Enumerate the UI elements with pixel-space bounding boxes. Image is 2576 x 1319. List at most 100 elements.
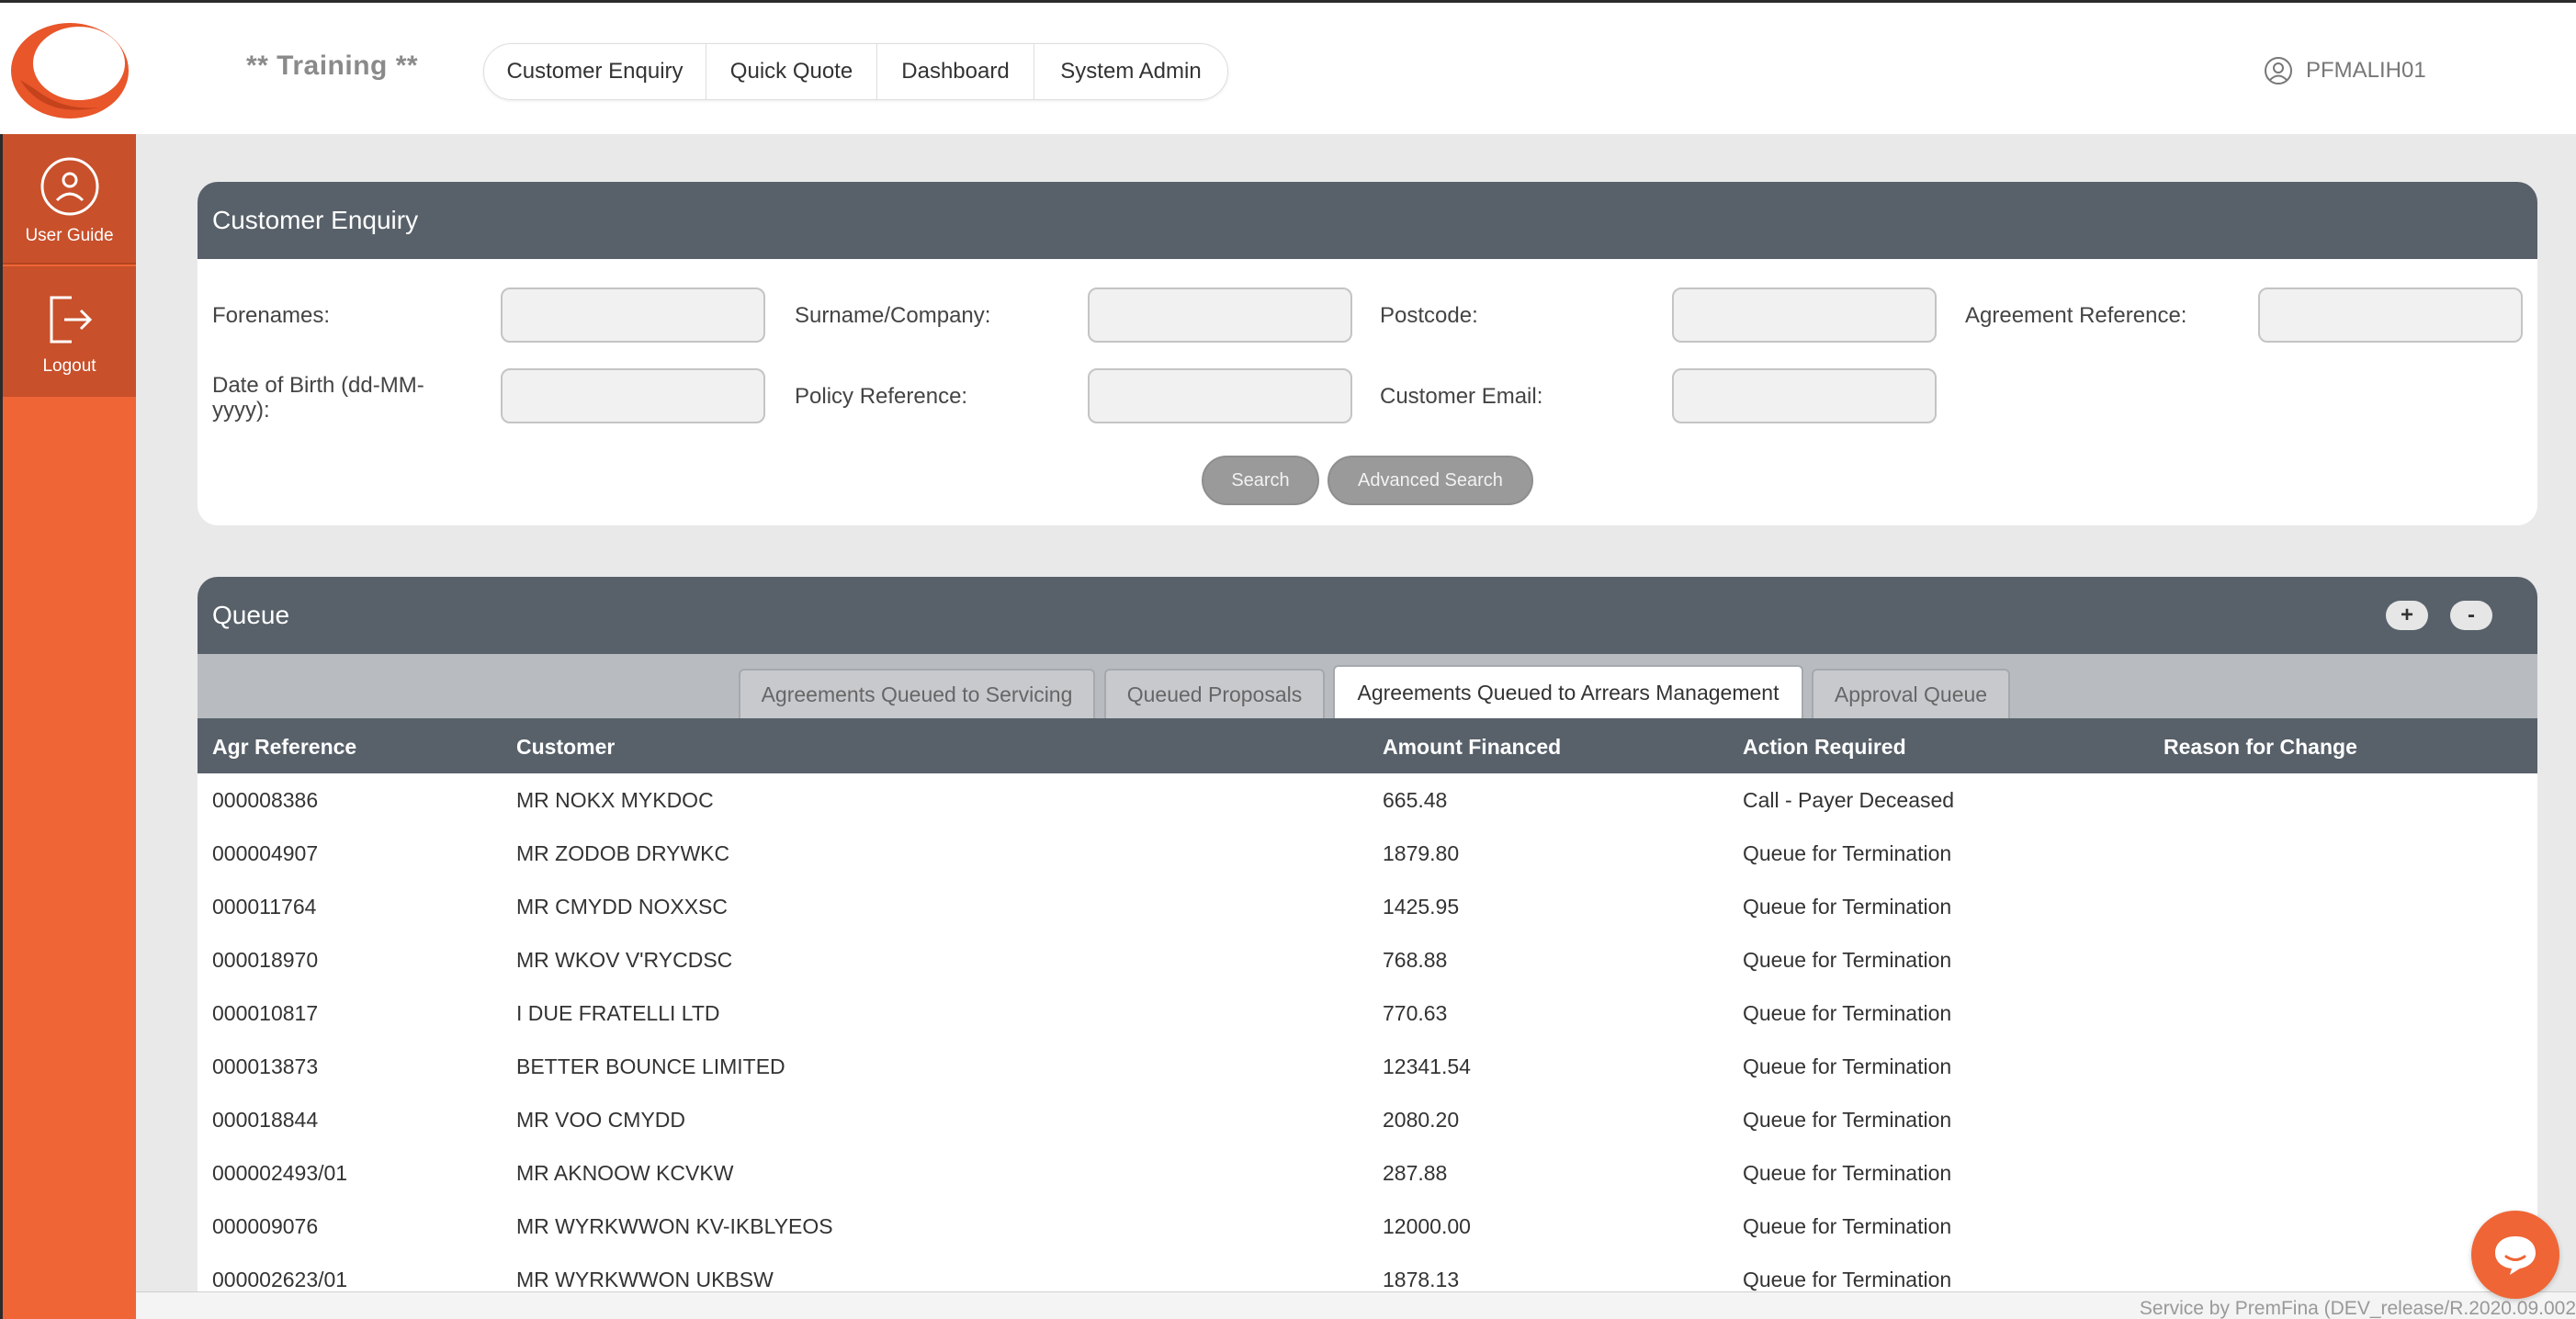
dob-field[interactable] xyxy=(501,368,765,423)
surname-field[interactable] xyxy=(1088,287,1352,343)
environment-title: ** Training ** xyxy=(246,51,419,81)
cell-customer: MR WYRKWWON UKBSW xyxy=(516,1268,774,1291)
cell-amount-financed: 2080.20 xyxy=(1383,1108,1460,1132)
queue-table-body: 000008386 MR NOKX MYKDOC 665.48 Call - Paye… xyxy=(198,773,2537,1293)
logout-label: Logout xyxy=(42,356,96,376)
user-circle-icon xyxy=(2265,57,2292,85)
cell-customer: MR WKOV V'RYCDSC xyxy=(516,948,733,972)
tab-approval-queue[interactable]: Approval Queue xyxy=(1812,669,2010,718)
nav-quick-quote[interactable]: Quick Quote xyxy=(706,44,877,99)
cell-action-required: Queue for Termination xyxy=(1743,1108,1952,1132)
advanced-search-button[interactable]: Advanced Search xyxy=(1328,456,1533,505)
col-amount-financed[interactable]: Amount Financed xyxy=(1383,735,1561,760)
cell-action-required: Queue for Termination xyxy=(1743,1054,1952,1078)
nav-system-admin[interactable]: System Admin xyxy=(1034,44,1227,99)
table-row[interactable]: 000002623/01 MR WYRKWWON UKBSW 1878.13 Queu… xyxy=(198,1253,2537,1293)
col-reason-for-change[interactable]: Reason for Change xyxy=(2164,735,2357,760)
table-row[interactable]: 000008386 MR NOKX MYKDOC 665.48 Call - Paye… xyxy=(198,773,2537,827)
top-header: ** Training ** Customer Enquiry Quick Qu… xyxy=(0,0,2576,134)
queue-panel: Queue + - Agreements Queued to Servicing… xyxy=(198,577,2537,1293)
cell-amount-financed: 768.88 xyxy=(1383,948,1448,972)
cell-customer: MR AKNOOW KCVKW xyxy=(516,1161,734,1185)
table-row[interactable]: 000002493/01 MR AKNOOW KCVKW 287.88 Queue f… xyxy=(198,1146,2537,1200)
cell-agr-reference: 000004907 xyxy=(212,841,319,865)
cell-amount-financed: 770.63 xyxy=(1383,1001,1448,1025)
nav-customer-enquiry[interactable]: Customer Enquiry xyxy=(484,44,706,99)
cell-amount-financed: 1425.95 xyxy=(1383,895,1460,919)
cell-agr-reference: 000002493/01 xyxy=(212,1161,348,1185)
panel-title: Customer Enquiry xyxy=(198,182,2537,259)
tab-agreements-queued-to-servicing[interactable]: Agreements Queued to Servicing xyxy=(739,669,1095,718)
cell-agr-reference: 000018970 xyxy=(212,948,319,972)
col-action-required[interactable]: Action Required xyxy=(1743,735,1906,760)
cell-customer: MR VOO CMYDD xyxy=(516,1108,685,1132)
table-row[interactable]: 000010817 I DUE FRATELLI LTD 770.63 Queue f… xyxy=(198,986,2537,1040)
col-agr-reference[interactable]: Agr Reference xyxy=(212,735,356,760)
table-header: Agr Reference Customer Amount Financed A… xyxy=(198,718,2537,773)
tab-agreements-queued-to-arrears-management[interactable]: Agreements Queued to Arrears Management xyxy=(1333,665,1803,718)
cell-amount-financed: 665.48 xyxy=(1383,788,1448,812)
cell-action-required: Queue for Termination xyxy=(1743,841,1952,865)
collapse-button[interactable]: - xyxy=(2450,601,2492,630)
customer-email-field[interactable] xyxy=(1672,368,1937,423)
cell-action-required: Queue for Termination xyxy=(1743,1161,1952,1185)
forenames-label: Forenames: xyxy=(212,303,331,328)
cell-action-required: Queue for Termination xyxy=(1743,948,1952,972)
cell-customer: MR CMYDD NOXXSC xyxy=(516,895,729,919)
dob-label: Date of Birth (dd-MM-yyyy): xyxy=(212,373,424,423)
cell-customer: MR NOKX MYKDOC xyxy=(516,788,714,812)
cell-agr-reference: 000018844 xyxy=(212,1108,319,1132)
nav-dashboard[interactable]: Dashboard xyxy=(877,44,1034,99)
main-nav: Customer Enquiry Quick Quote Dashboard S… xyxy=(483,43,1228,100)
table-row[interactable]: 000018844 MR VOO CMYDD 2080.20 Queue for Te… xyxy=(198,1093,2537,1146)
search-button[interactable]: Search xyxy=(1202,456,1319,505)
cell-action-required: Queue for Termination xyxy=(1743,1214,1952,1238)
cell-amount-financed: 12341.54 xyxy=(1383,1054,1471,1078)
cell-amount-financed: 1879.80 xyxy=(1383,841,1460,865)
table-row[interactable]: 000011764 MR CMYDD NOXXSC 1425.95 Queue for… xyxy=(198,880,2537,933)
cell-agr-reference: 000002623/01 xyxy=(212,1268,348,1291)
cell-customer: I DUE FRATELLI LTD xyxy=(516,1001,720,1025)
tab-queued-proposals[interactable]: Queued Proposals xyxy=(1104,669,1325,718)
logout-button[interactable]: Logout xyxy=(3,266,136,397)
cell-agr-reference: 000010817 xyxy=(212,1001,319,1025)
table-row[interactable]: 000013873 BETTER BOUNCE LIMITED 12341.54 Qu… xyxy=(198,1040,2537,1093)
user-guide-button[interactable]: User Guide xyxy=(3,134,136,265)
postcode-field[interactable] xyxy=(1672,287,1937,343)
cell-action-required: Call - Payer Deceased xyxy=(1743,788,1955,812)
cell-customer: MR ZODOB DRYWKC xyxy=(516,841,730,865)
cell-action-required: Queue for Termination xyxy=(1743,1001,1952,1025)
premfina-logo[interactable] xyxy=(7,16,132,122)
user-menu[interactable]: PFMALIH01 xyxy=(2264,56,2426,85)
footer: Service by PremFina (DEV_release/R.2020.… xyxy=(136,1291,2576,1319)
user-guide-icon xyxy=(40,157,98,216)
chat-button[interactable] xyxy=(2471,1211,2559,1299)
queue-title: Queue xyxy=(198,577,2537,654)
chat-bubble-icon xyxy=(2495,1236,2536,1275)
agreement-reference-label: Agreement Reference: xyxy=(1965,303,2187,328)
sidebar: User Guide Logout xyxy=(3,134,136,1319)
surname-label: Surname/Company: xyxy=(795,303,991,328)
cell-agr-reference: 000008386 xyxy=(212,788,319,812)
footer-text: Service by PremFina (DEV_release/R.2020.… xyxy=(2139,1298,2576,1319)
policy-reference-field[interactable] xyxy=(1088,368,1352,423)
col-customer[interactable]: Customer xyxy=(516,735,615,760)
username: PFMALIH01 xyxy=(2306,58,2426,83)
table-row[interactable]: 000004907 MR ZODOB DRYWKC 1879.80 Queue for… xyxy=(198,827,2537,880)
postcode-label: Postcode: xyxy=(1380,303,1478,328)
expand-button[interactable]: + xyxy=(2386,601,2428,630)
cell-agr-reference: 000011764 xyxy=(212,895,317,919)
table-row[interactable]: 000009076 MR WYRKWWON KV-IKBLYEOS 12000.00… xyxy=(198,1200,2537,1253)
cell-amount-financed: 1878.13 xyxy=(1383,1268,1460,1291)
customer-enquiry-panel: Customer Enquiry Forenames: Surname/Comp… xyxy=(198,182,2537,525)
cell-customer: BETTER BOUNCE LIMITED xyxy=(516,1054,785,1078)
cell-action-required: Queue for Termination xyxy=(1743,895,1952,919)
cell-agr-reference: 000009076 xyxy=(212,1214,319,1238)
forenames-field[interactable] xyxy=(501,287,765,343)
agreement-reference-field[interactable] xyxy=(2258,287,2523,343)
queue-tabs: Agreements Queued to Servicing Queued Pr… xyxy=(198,654,2537,718)
logout-icon xyxy=(50,296,92,344)
table-row[interactable]: 000018970 MR WKOV V'RYCDSC 768.88 Queue for… xyxy=(198,933,2537,986)
user-guide-label: User Guide xyxy=(25,226,114,245)
customer-email-label: Customer Email: xyxy=(1380,384,1543,409)
